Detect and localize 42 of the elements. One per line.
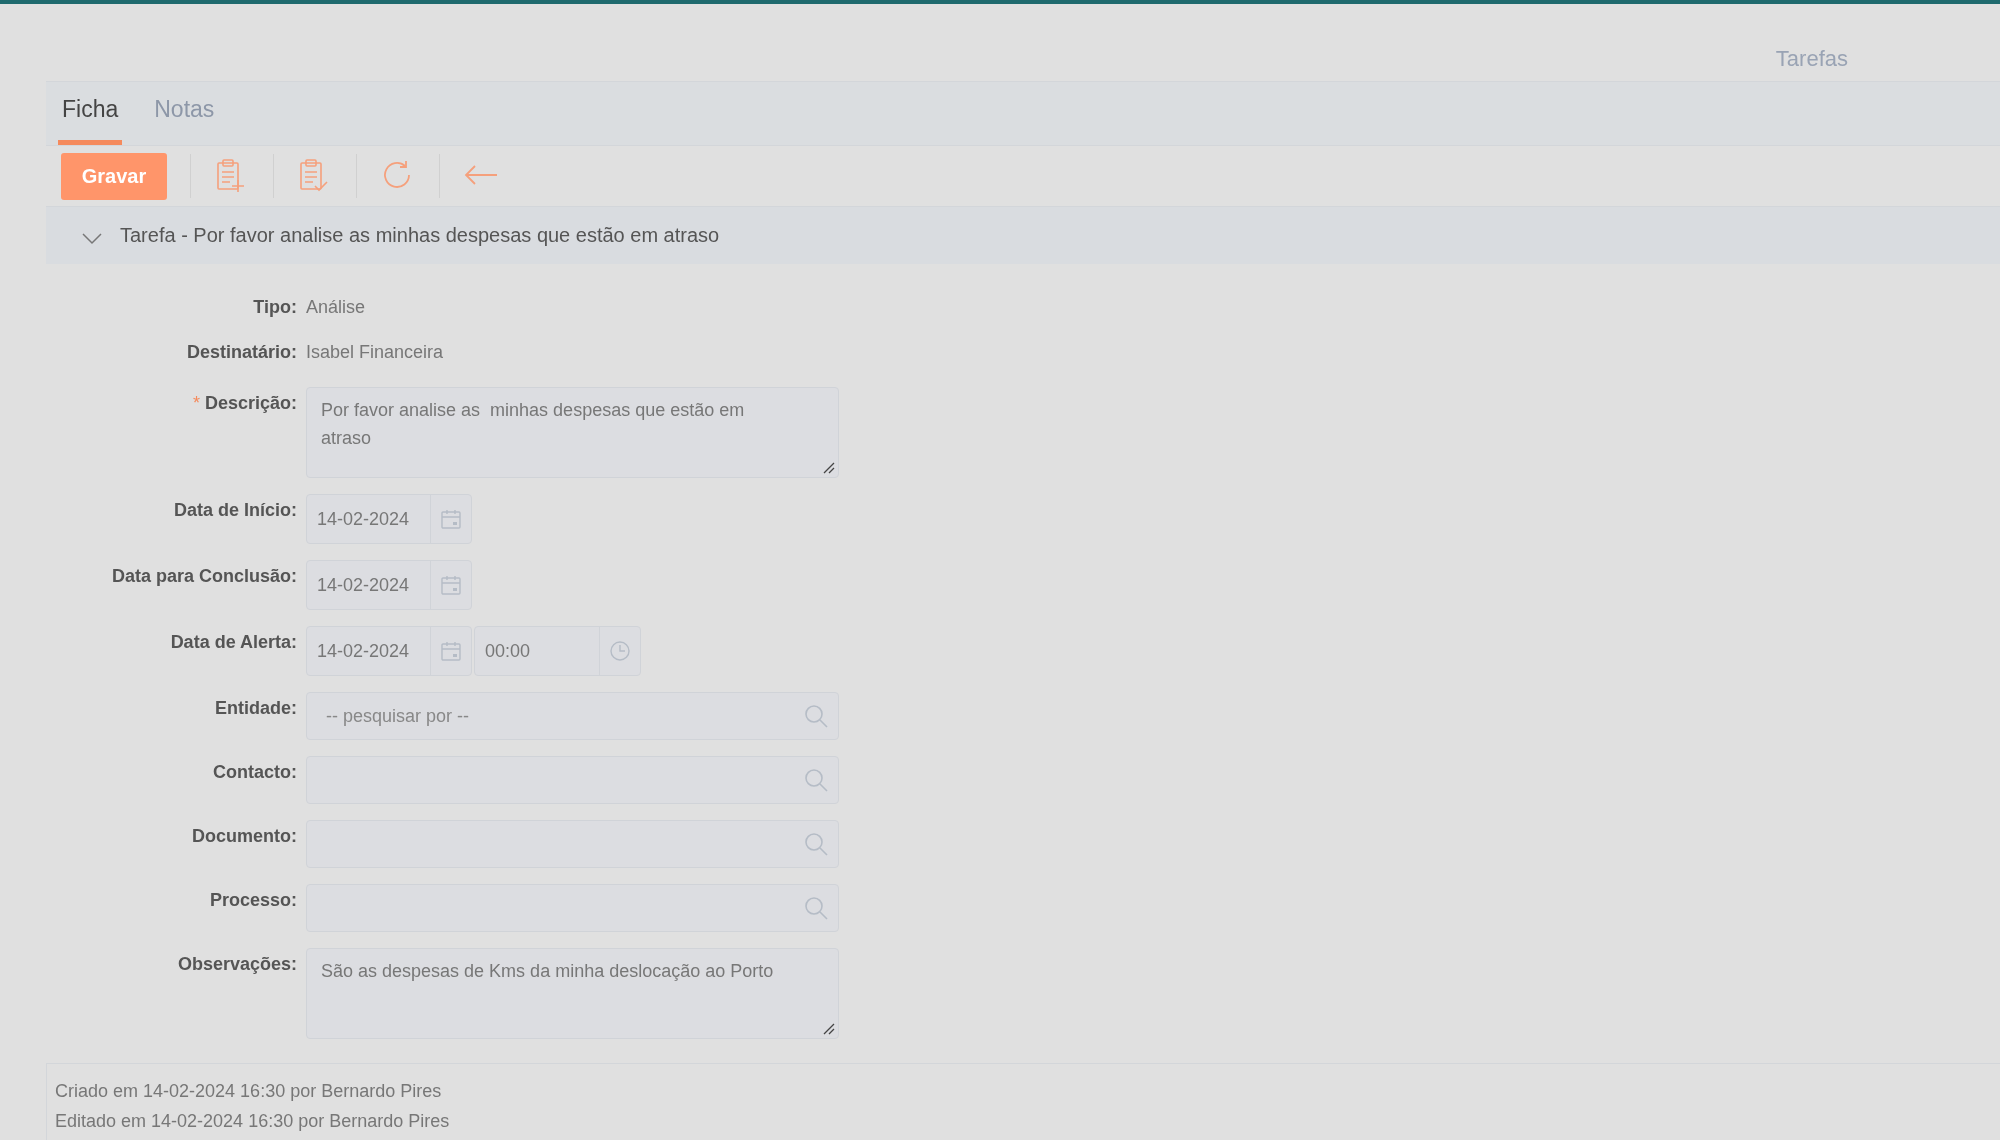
audit-text: Editado em 14-02-2024 16:30 por Bernardo Pires — [55, 1110, 451, 1133]
date-field[interactable]: 14-02-2024 — [306, 560, 472, 610]
audit-text: Criado em 14-02-2024 16:30 por Bernardo Pires — [55, 1080, 443, 1103]
search-icon[interactable] — [804, 896, 828, 920]
calendar-icon[interactable] — [440, 508, 462, 530]
calendar-icon[interactable] — [440, 640, 462, 662]
page-title: Tarefas — [1775, 45, 1848, 72]
required-mark: * — [192, 393, 200, 414]
text-area[interactable]: Por favor analise as minhas despesas que estão em atraso — [306, 387, 839, 478]
save-button[interactable]: Gravar — [61, 152, 167, 200]
field-label: Data de Alerta: — [170, 632, 297, 653]
chevron-down-icon[interactable] — [82, 232, 102, 245]
field-label: Contacto: — [213, 762, 297, 783]
field-label: Tipo: — [253, 297, 297, 318]
field-label: Documento: — [192, 826, 297, 847]
field-value: Isabel Financeira — [306, 342, 444, 363]
search-icon[interactable] — [804, 832, 828, 856]
section-title: Tarefa - Por favor analise as minhas despesas que estão em atraso — [120, 224, 720, 247]
resize-handle-icon — [823, 462, 835, 474]
time-field[interactable]: 00:00 — [474, 626, 641, 676]
date-field[interactable]: 14-02-2024 — [306, 626, 472, 676]
search-field[interactable]: -- pesquisar por -- — [306, 692, 839, 740]
search-field[interactable] — [306, 820, 839, 868]
search-icon[interactable] — [804, 768, 828, 792]
resize-handle-icon — [823, 1023, 835, 1035]
field-label: Data de Início: — [173, 500, 297, 521]
calendar-icon[interactable] — [440, 574, 462, 596]
text-area[interactable]: São as despesas de Kms da minha deslocação ao Porto — [306, 948, 839, 1039]
field-label: Entidade: — [215, 698, 297, 719]
field-label: Data para Conclusão: — [111, 566, 297, 587]
field-label: Descrição: — [204, 393, 297, 414]
date-field[interactable]: 14-02-2024 — [306, 494, 472, 544]
tab[interactable]: Ficha — [58, 82, 123, 145]
field-label: Observações: — [177, 954, 297, 975]
field-label: Processo: — [209, 890, 297, 911]
tab[interactable]: Notas — [150, 82, 219, 145]
field-label: Destinatário: — [186, 342, 297, 363]
clock-icon[interactable] — [609, 640, 631, 662]
search-field[interactable] — [306, 884, 839, 932]
field-value: Análise — [306, 297, 366, 318]
search-field[interactable] — [306, 756, 839, 804]
search-icon[interactable] — [804, 704, 828, 728]
